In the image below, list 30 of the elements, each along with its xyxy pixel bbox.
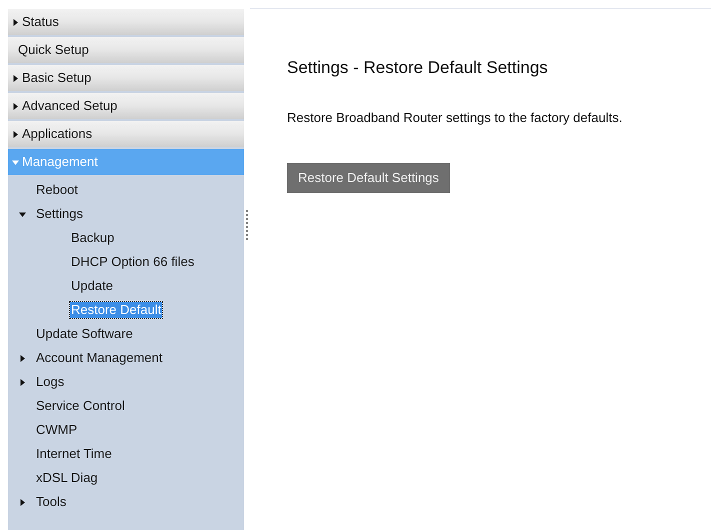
collapsed-arrow-icon[interactable] [12,74,19,82]
menu-tab[interactable]: Applications [8,121,244,147]
collapsed-arrow-icon[interactable] [12,130,19,138]
collapsed-arrow-icon[interactable] [12,18,19,26]
menu-item[interactable]: Settings [35,206,84,222]
menu-item[interactable]: DHCP Option 66 files [70,254,196,270]
menu-item[interactable]: Reboot [35,182,79,198]
menu-item[interactable]: CWMP [35,422,78,438]
collapsed-arrow-icon[interactable] [12,102,19,110]
menu-item[interactable]: Service Control [35,398,126,414]
menu-item[interactable]: Update [70,278,114,294]
menu-tab[interactable]: Advanced Setup [8,93,244,119]
menu-tab[interactable]: Quick Setup [8,37,244,63]
splitter-handle[interactable] [246,210,248,240]
menu-item[interactable]: Backup [70,230,116,246]
menu-item[interactable]: Account Management [35,350,164,366]
page-title: Settings - Restore Default Settings [287,57,549,79]
menu-tab[interactable]: Basic Setup [8,65,244,91]
menu-item[interactable]: Tools [35,494,68,510]
menu-item[interactable]: Internet Time [35,446,113,462]
menu-tab[interactable]: Status [8,9,244,35]
menu-item[interactable]: Update Software [35,326,134,342]
collapsed-arrow-icon[interactable] [19,354,26,362]
collapsed-arrow-icon[interactable] [19,378,26,386]
menu-item[interactable]: xDSL Diag [35,470,99,486]
menu-item[interactable]: Logs [35,374,66,390]
description-text: Restore Broadband Router settings to the factory defaults. [287,108,624,127]
collapsed-arrow-icon[interactable] [19,498,26,506]
restore-defaults-button[interactable]: Restore Default Settings [287,163,450,193]
expanded-arrow-icon[interactable] [19,210,26,218]
